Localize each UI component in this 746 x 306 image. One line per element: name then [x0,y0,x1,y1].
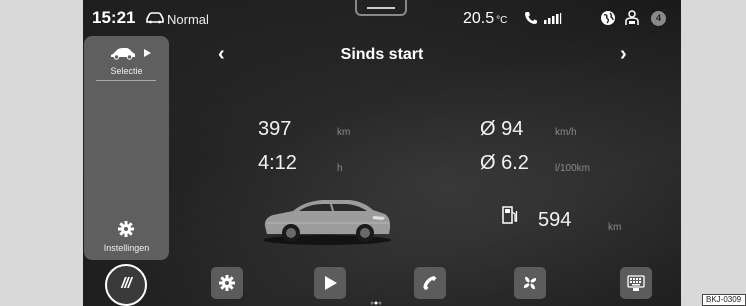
page-title: Sinds start [340,46,424,63]
range-unit: km [608,222,622,233]
avg-consumption-unit: l/100km [555,163,591,174]
signal-icon [544,13,562,24]
infotainment-screen: 15:21 Normal 20.5 °C 4 Selectie Instelli… [83,0,681,306]
page-indicator [370,301,382,305]
play-icon [325,276,337,290]
phone-button[interactable] [414,267,446,299]
settings-button[interactable] [211,267,243,299]
menu-button[interactable]: /// [105,264,147,306]
clock: 15:21 [92,8,136,27]
avg-consumption-value: Ø 6.2 [480,152,529,174]
avg-speed-unit: km/h [555,127,577,138]
chevron-right-icon[interactable]: › [620,43,627,66]
menu-label: /// [121,275,132,292]
notification-drawer-handle[interactable] [355,0,407,16]
duration-unit: h [337,163,343,174]
phone-icon [423,276,437,290]
climate-button[interactable] [514,267,546,299]
outside-temperature: 20.5 °C [463,10,507,28]
drive-mode-car-icon [146,12,164,24]
media-button[interactable] [314,267,346,299]
image-code-label: BKJ-0309 [702,294,746,306]
duration-value: 4:12 [258,152,297,174]
temperature-value: 20.5 [463,10,495,27]
temperature-unit: °C [496,15,508,26]
apps-button[interactable] [620,267,652,299]
side-panel: Selectie Instellingen [84,36,169,260]
person-icon [625,10,639,25]
selectie-divider [96,80,156,81]
selectie-label: Selectie [110,66,143,76]
globe-icon [601,11,615,25]
distance-unit: km [337,127,351,138]
phone-status-icon [525,12,537,24]
avg-speed-value: Ø 94 [480,118,524,140]
distance-value: 397 [258,118,292,140]
fan-icon [523,276,537,290]
drive-mode-label[interactable]: Normal [167,12,209,27]
keyboard-icon [627,275,645,291]
instellingen-label[interactable]: Instellingen [84,243,169,253]
notification-badge[interactable]: 4 [651,11,666,26]
gear-icon[interactable] [118,221,134,237]
range-value: 594 [538,209,572,231]
gear-icon [219,275,235,291]
fuel-pump-icon [502,206,518,224]
car-illustration [263,200,391,245]
